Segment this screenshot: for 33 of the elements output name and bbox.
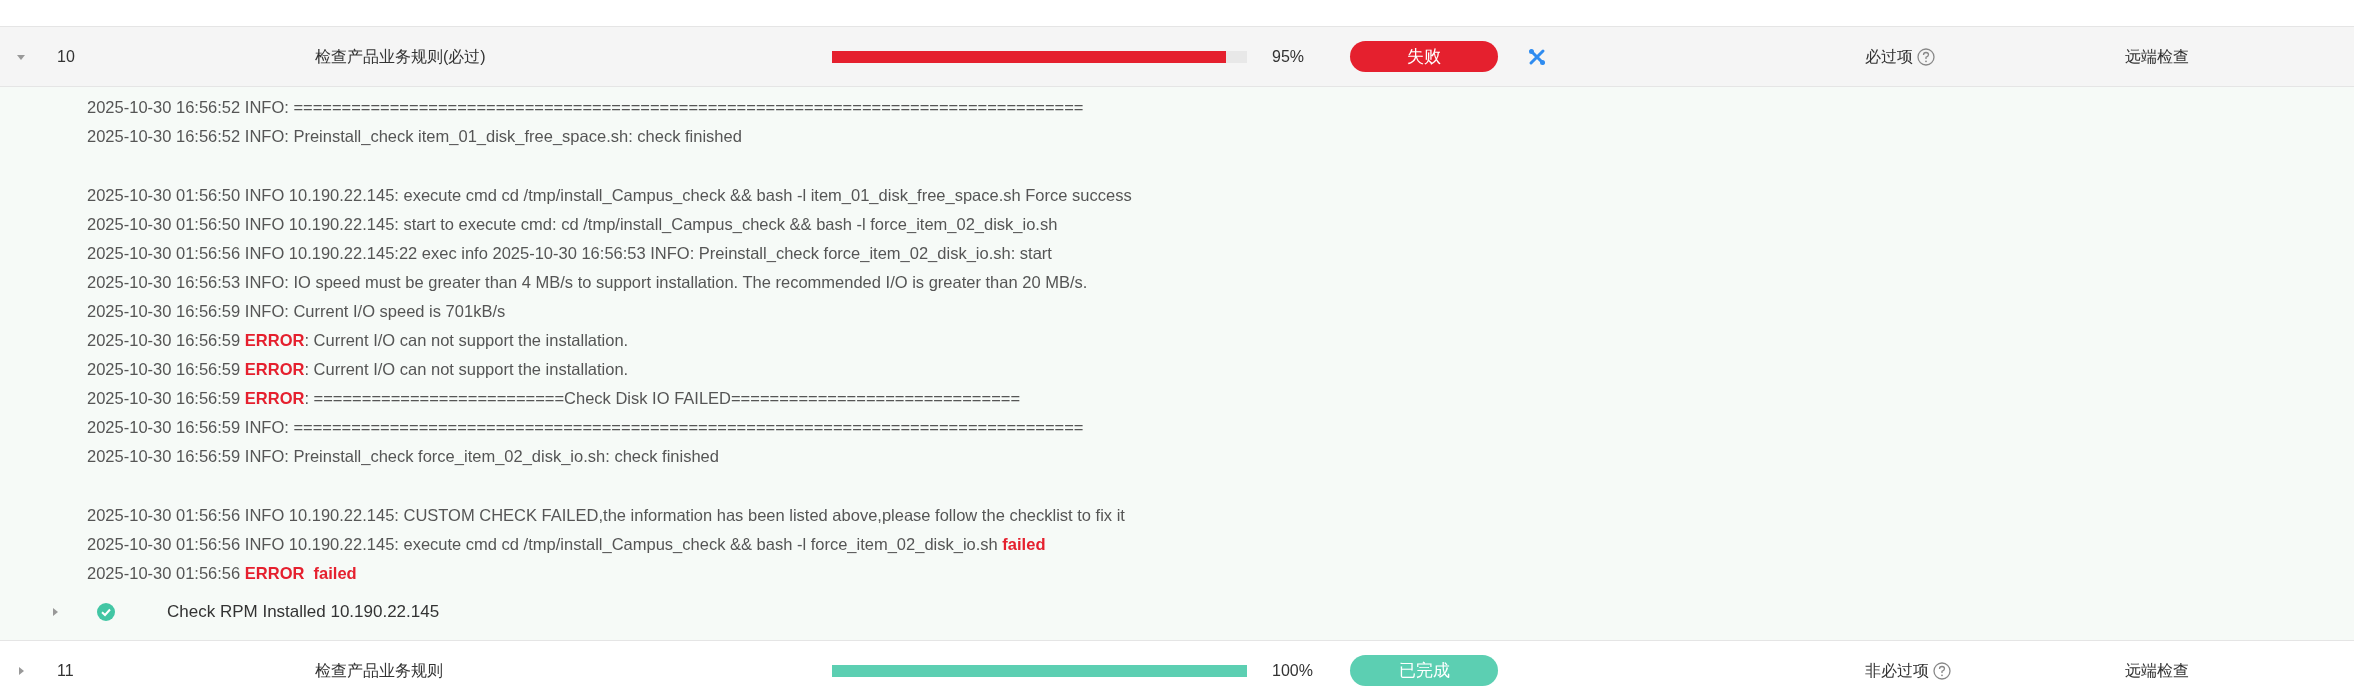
requirement-label: 非必过项 bbox=[1865, 660, 1929, 681]
log-line: 2025-10-30 16:56:59 ERROR: ==========================Check Disk IO FAILED============================== bbox=[87, 388, 1022, 409]
caret-icon[interactable] bbox=[50, 607, 60, 617]
log-line: 2025-10-30 01:56:56 ERROR failed bbox=[87, 563, 358, 584]
help-icon[interactable] bbox=[1917, 47, 1935, 66]
row-number: 11 bbox=[57, 660, 75, 681]
log-line: 2025-10-30 16:56:59 ERROR: Current I/O can not support the installation. bbox=[87, 330, 630, 351]
requirement-label: 必过项 bbox=[1865, 46, 1913, 67]
log-line: 2025-10-30 16:56:59 INFO: ================================================================================== bbox=[87, 417, 1085, 438]
check-name: 检查产品业务规则 bbox=[315, 660, 444, 681]
status-badge: 失败 bbox=[1350, 41, 1498, 72]
log-line: 2025-10-30 16:56:59 ERROR: Current I/O can not support the installation. bbox=[87, 359, 630, 380]
log-line: 2025-10-30 01:56:56 INFO 10.190.22.145: CUSTOM CHECK FAILED,the information has been listed above,please follow the checklist to fix it bbox=[87, 505, 1126, 526]
log-line: 2025-10-30 01:56:56 INFO 10.190.22.145: execute cmd cd /tmp/install_Campus_check && bash -l force_item_02_disk_io.sh failed bbox=[87, 534, 1047, 555]
check-method: 远端检查 bbox=[2125, 46, 2189, 67]
log-line: 2025-10-30 16:56:59 INFO: Current I/O speed is 701kB/s bbox=[87, 301, 507, 322]
progress-percent: 100% bbox=[1271, 660, 1314, 681]
log-line: 2025-10-30 01:56:50 INFO 10.190.22.145: start to execute cmd: cd /tmp/install_Campus_check && bash -l force_item_02_disk_io.sh bbox=[87, 214, 1059, 235]
sub-check-label[interactable]: Check RPM Installed 10.190.22.145 bbox=[167, 599, 440, 625]
check-method: 远端检查 bbox=[2125, 660, 2189, 681]
row-number: 10 bbox=[57, 46, 76, 67]
status-badge: 已完成 bbox=[1350, 655, 1498, 686]
log-line: 2025-10-30 16:56:52 INFO: Preinstall_check item_01_disk_free_space.sh: check finished bbox=[87, 126, 743, 147]
log-line: 2025-10-30 01:56:50 INFO 10.190.22.145: execute cmd cd /tmp/install_Campus_check && bash -l item_01_disk_free_space.sh Force success bbox=[87, 185, 1133, 206]
help-icon[interactable] bbox=[1933, 661, 1951, 680]
log-line: 2025-10-30 01:56:56 INFO 10.190.22.145:22 exec info 2025-10-30 16:56:53 INFO: Preinstall_check force_item_02_disk_io.sh: start bbox=[87, 243, 1053, 264]
caret-icon[interactable] bbox=[16, 665, 26, 676]
log-line: 2025-10-30 16:56:59 INFO: Preinstall_check force_item_02_disk_io.sh: check finished bbox=[87, 446, 720, 467]
log-line: 2025-10-30 16:56:52 INFO: ================================================================================== bbox=[87, 97, 1085, 118]
log-line: 2025-10-30 16:56:53 INFO: IO speed must be greater than 4 MB/s to support installation. The recommended I/O is greater than 20 MB/s. bbox=[87, 272, 1089, 293]
check-name: 检查产品业务规则(必过) bbox=[315, 46, 487, 67]
progress-percent: 95% bbox=[1271, 46, 1306, 67]
tools-icon[interactable] bbox=[1528, 47, 1546, 66]
